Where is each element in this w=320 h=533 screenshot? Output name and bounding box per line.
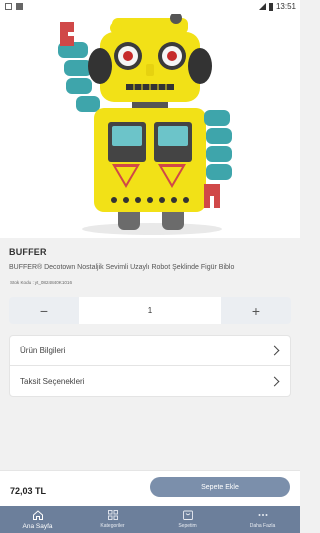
bottom-navigation: Ana Sayfa Kategoriler Sepetim Daha Fazla bbox=[0, 506, 300, 533]
sku-label: Stok Kodu : bbox=[10, 280, 34, 285]
increase-quantity-button[interactable]: + bbox=[221, 297, 291, 324]
product-image[interactable] bbox=[0, 14, 300, 238]
nav-label: Sepetim bbox=[178, 523, 197, 529]
nav-label: Kategoriler bbox=[100, 523, 125, 529]
nav-item-more[interactable]: Daha Fazla bbox=[225, 506, 300, 533]
accordion-item-installments[interactable]: Taksit Seçenekleri bbox=[10, 366, 290, 396]
accordion-label: Taksit Seçenekleri bbox=[20, 376, 85, 386]
add-to-cart-button[interactable]: Sepete Ekle bbox=[150, 477, 290, 497]
chevron-right-icon bbox=[269, 345, 280, 356]
nav-item-cart[interactable]: Sepetim bbox=[150, 506, 225, 533]
quantity-stepper: − 1 + bbox=[9, 297, 291, 324]
robot-figure-image bbox=[0, 14, 300, 238]
more-icon bbox=[257, 509, 269, 521]
quantity-value[interactable]: 1 bbox=[79, 297, 221, 324]
battery-icon bbox=[268, 2, 273, 11]
share-icon[interactable] bbox=[0, 14, 14, 28]
product-title: BUFFER® Decotown Nostaljik Sevimli Uzayl… bbox=[9, 264, 235, 271]
nav-label: Ana Sayfa bbox=[22, 523, 53, 530]
status-right: 13:51 bbox=[258, 2, 296, 11]
sku-value: yt_0824840K1016 bbox=[34, 280, 73, 285]
nav-label: Daha Fazla bbox=[249, 523, 276, 529]
accordion-item-product-info[interactable]: Ürün Bilgileri bbox=[10, 336, 290, 366]
notification-icon bbox=[5, 3, 12, 10]
home-icon bbox=[32, 509, 44, 521]
accordion-label: Ürün Bilgileri bbox=[20, 346, 66, 355]
product-price: 72,03 TL bbox=[10, 486, 47, 496]
notification-icons bbox=[5, 3, 23, 10]
status-time: 13:51 bbox=[275, 2, 296, 11]
signal-icon bbox=[258, 3, 266, 10]
chevron-right-icon bbox=[269, 376, 280, 386]
notification-icon bbox=[16, 3, 23, 10]
cart-icon bbox=[182, 509, 194, 521]
nav-item-categories[interactable]: Kategoriler bbox=[75, 506, 150, 533]
nav-item-home[interactable]: Ana Sayfa bbox=[0, 506, 75, 533]
status-bar: 13:51 bbox=[0, 0, 300, 14]
grid-icon bbox=[107, 509, 119, 521]
decrease-quantity-button[interactable]: − bbox=[9, 297, 79, 324]
product-sku: Stok Kodu :yt_0824840K1016 bbox=[9, 280, 72, 285]
product-brand: BUFFER bbox=[9, 247, 47, 257]
product-details-accordion: Ürün Bilgileri Taksit Seçenekleri bbox=[9, 335, 291, 397]
